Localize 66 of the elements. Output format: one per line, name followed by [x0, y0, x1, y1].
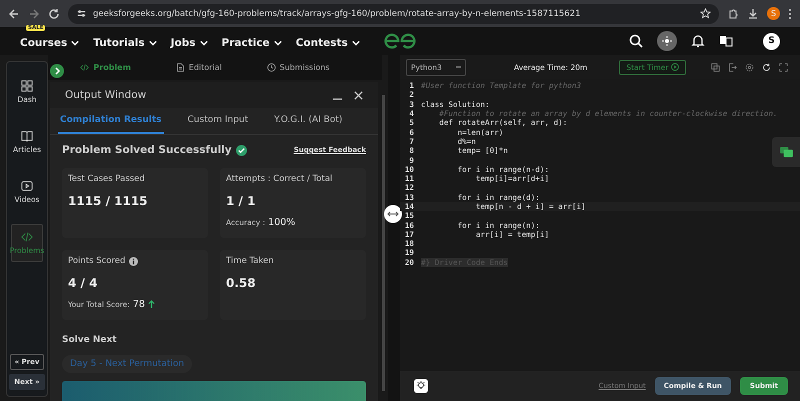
stat-note-value: 100%	[268, 217, 296, 228]
arrow-up-icon	[148, 300, 155, 309]
chevron-down-icon	[352, 40, 360, 46]
site-info-icon[interactable]	[76, 8, 87, 19]
problem-tab[interactable]: Submissions	[266, 63, 330, 72]
more-icon[interactable]	[788, 8, 792, 20]
extensions-icon[interactable]	[727, 8, 739, 20]
fullscreen-icon[interactable]	[779, 62, 788, 72]
nav-menu-item[interactable]: Practice	[222, 34, 282, 48]
copy-icon[interactable]	[711, 62, 720, 72]
clock-icon	[266, 63, 276, 72]
chat-button[interactable]	[772, 137, 800, 167]
forward-icon[interactable]	[28, 8, 40, 20]
bulb-icon	[416, 381, 426, 391]
user-avatar[interactable]: S	[763, 32, 780, 50]
reset-icon[interactable]	[762, 62, 771, 72]
document-icon	[176, 63, 185, 72]
stat-value: 0.58	[226, 276, 257, 290]
output-tab[interactable]: Custom Input	[186, 108, 250, 134]
search-icon[interactable]	[629, 34, 643, 48]
logo-icon[interactable]	[382, 33, 418, 49]
check-icon	[236, 144, 247, 156]
expand-icon[interactable]	[50, 64, 64, 78]
download-icon[interactable]	[747, 8, 759, 20]
problem-tab[interactable]: Problem	[80, 63, 131, 72]
chat-icon	[780, 146, 792, 158]
resize-arrows-icon	[387, 210, 399, 218]
stat-label: Test Cases Passed	[68, 174, 145, 184]
star-icon[interactable]	[700, 8, 711, 19]
code-icon	[21, 231, 33, 243]
stat-note-value: 78	[132, 299, 145, 310]
stat-label: Time Taken	[226, 256, 274, 266]
book-icon	[21, 130, 33, 142]
play-icon	[671, 63, 680, 71]
problem-tab[interactable]: Editorial	[176, 63, 222, 72]
nav-menu-item[interactable]: Jobs	[170, 34, 208, 48]
output-tab[interactable]: Y.O.G.I. (AI Bot)	[272, 108, 344, 134]
code-icon	[80, 63, 90, 72]
stat-value: 4 / 4	[68, 276, 98, 290]
chevron-down-icon	[148, 40, 157, 46]
back-icon[interactable]	[8, 8, 20, 20]
stat-label: Points Scored	[68, 256, 126, 266]
video-icon	[21, 180, 33, 192]
status-text: Problem Solved Successfully	[62, 144, 232, 156]
stat-label: Attempts : Correct / Total	[226, 174, 332, 184]
theme-toggle[interactable]	[657, 31, 677, 51]
chevron-down-icon	[274, 40, 282, 46]
settings-icon[interactable]	[745, 62, 754, 72]
grid-icon	[21, 80, 33, 92]
bell-icon[interactable]	[691, 34, 705, 48]
output-tab[interactable]: Compilation Results	[58, 108, 164, 134]
close-icon[interactable]	[353, 90, 364, 101]
stat-value: 1 / 1	[226, 194, 256, 208]
chevron-down-icon	[200, 40, 208, 46]
hint-button[interactable]	[414, 379, 428, 393]
export-icon[interactable]	[728, 62, 737, 72]
address-bar[interactable]: geeksforgeeks.org/batch/gfg-160-problems/track/arrays-gfg-160/problem/rotate-array-by-n-elements-1587115621	[68, 4, 719, 24]
nav-menu-item[interactable]: Tutorials	[93, 34, 157, 48]
section-title: Solve Next	[62, 335, 118, 345]
window-title: Output Window	[65, 89, 148, 102]
chevron-down-icon	[71, 40, 80, 46]
stat-value: 1115 / 1115	[68, 194, 149, 208]
sun-icon	[662, 36, 672, 46]
nav-menu-item[interactable]: Contests	[296, 34, 360, 48]
info-icon[interactable]	[129, 256, 138, 266]
reload-icon[interactable]	[48, 8, 60, 20]
